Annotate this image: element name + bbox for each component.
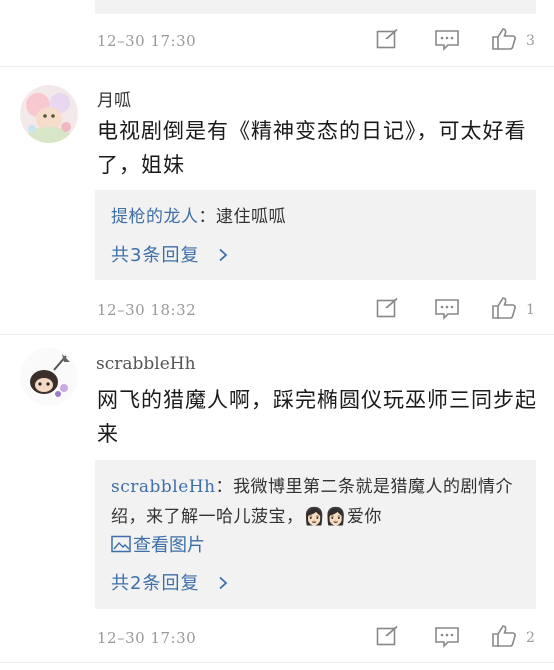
view-image-label: 查看图片 xyxy=(133,535,205,556)
edit-icon[interactable] xyxy=(376,297,400,319)
chevron-right-icon xyxy=(218,574,228,595)
reply-author[interactable]: scrabbleHh xyxy=(111,477,216,497)
edit-icon[interactable] xyxy=(376,625,400,647)
divider xyxy=(0,662,554,663)
reply-tail: 爱你 xyxy=(346,507,382,527)
comment-icon[interactable] xyxy=(434,626,460,648)
edit-icon[interactable] xyxy=(376,28,400,50)
emoji: 👩🏻👩🏻 xyxy=(303,507,347,527)
reply-text: 逮住呱呱 xyxy=(216,207,286,227)
more-replies-link[interactable]: 共2条回复 xyxy=(111,569,228,595)
comment-time: 12–30 17:30 xyxy=(97,629,197,647)
divider xyxy=(0,66,554,67)
previous-reply-box xyxy=(95,0,536,14)
view-image-link[interactable]: 查看图片 xyxy=(111,531,205,558)
more-replies-label: 共3条回复 xyxy=(111,245,200,266)
like-icon[interactable] xyxy=(491,624,517,648)
reply-author[interactable]: 提枪的龙人 xyxy=(111,207,199,227)
more-replies-link[interactable]: 共3条回复 xyxy=(111,241,228,267)
comment-icon[interactable] xyxy=(434,29,460,51)
comment-username[interactable]: 月呱 xyxy=(97,86,131,111)
comment-icon[interactable] xyxy=(434,298,460,320)
avatar[interactable] xyxy=(20,348,78,406)
comment-content: 网飞的猎魔人啊，踩完椭圆仪玩巫师三同步起来 xyxy=(97,388,537,446)
comment-username[interactable]: scrabbleHh xyxy=(96,354,196,374)
like-count: 3 xyxy=(526,33,535,49)
image-icon xyxy=(111,535,131,558)
divider xyxy=(0,334,554,335)
like-count: 1 xyxy=(526,302,535,318)
reply-preview: 提枪的龙人：逮住呱呱 xyxy=(111,202,286,232)
avatar[interactable] xyxy=(20,85,78,143)
more-replies-label: 共2条回复 xyxy=(111,573,200,594)
chevron-right-icon xyxy=(218,246,228,267)
like-count: 2 xyxy=(526,630,535,646)
comment-content: 电视剧倒是有《精神变态的日记》，可太好看了，姐妹 xyxy=(97,119,527,177)
reply-separator: ： xyxy=(215,477,234,497)
reply-preview: scrabbleHh：我微博里第二条就是猎魔人的剧情介绍，来了解一哈儿菠宝，👩🏻… xyxy=(111,472,525,532)
like-icon[interactable] xyxy=(491,296,517,320)
reply-separator: ： xyxy=(198,207,216,227)
comment-time: 12–30 17:30 xyxy=(97,32,197,50)
comment-time: 12–30 18:32 xyxy=(97,301,197,319)
like-icon[interactable] xyxy=(491,27,517,51)
